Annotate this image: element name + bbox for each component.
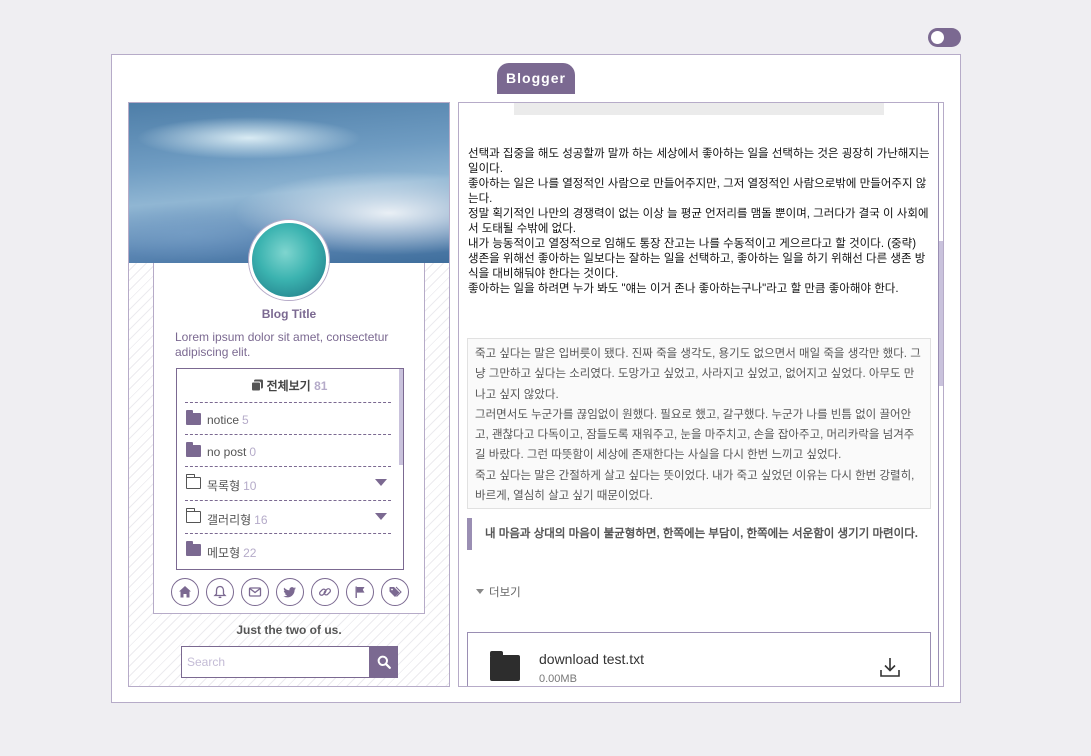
more-toggle[interactable]: 더보기 — [476, 584, 521, 600]
category-count: 5 — [242, 413, 249, 427]
search-button[interactable] — [369, 646, 398, 678]
file-name[interactable]: download test.txt — [539, 651, 644, 667]
category-all-count: 81 — [314, 379, 328, 393]
category-label: 갤러리형 — [207, 513, 252, 527]
sidebar: Blog Title Lorem ipsum dolor sit amet, c… — [128, 102, 450, 687]
category-label: no post — [207, 445, 247, 459]
content-scrollbar-thumb[interactable] — [939, 241, 943, 386]
category-label: notice — [207, 413, 240, 427]
flag-icon — [355, 586, 365, 598]
category-item-notice[interactable]: notice 5 — [185, 402, 391, 434]
category-label: 메모형 — [207, 546, 241, 560]
search-bar — [181, 646, 398, 678]
chevron-down-icon[interactable] — [375, 479, 387, 486]
folder-icon — [490, 651, 520, 681]
quote-box: 죽고 싶다는 말은 입버릇이 됐다. 진짜 죽을 생각도, 용기도 없으면서 매… — [467, 338, 931, 509]
folder-filled-icon — [186, 410, 201, 425]
chevron-down-icon[interactable] — [375, 513, 387, 520]
copy-icon — [250, 379, 263, 392]
attachment[interactable]: download test.txt 0.00MB — [467, 632, 931, 686]
category-item-list[interactable]: 목록형 10 — [185, 466, 391, 498]
paragraph: 내가 능동적이고 열정적으로 임해도 통장 잔고는 나를 수동적이고 게으르다고… — [468, 238, 917, 250]
search-icon — [377, 655, 391, 669]
paragraph: 좋아하는 일은 나를 열정적인 사람으로 만들어주지만, 그저 열정적인 사람으… — [468, 178, 927, 205]
caret-down-icon — [476, 589, 484, 594]
category-label: 목록형 — [207, 479, 241, 493]
home-button[interactable] — [171, 578, 199, 606]
folder-filled-icon — [186, 541, 201, 556]
category-count: 10 — [243, 479, 257, 493]
notification-button[interactable] — [206, 578, 234, 606]
top-bar — [514, 103, 884, 115]
post-content: 선택과 집중을 해도 성공할까 말까 하는 세상에서 좋아하는 일을 선택하는 … — [458, 102, 944, 687]
more-label: 더보기 — [489, 587, 521, 599]
paragraph: 정말 획기적인 나만의 경쟁력이 없는 이상 늘 평균 언저리를 맴돌 뿐이며,… — [468, 208, 929, 235]
search-input[interactable] — [181, 646, 369, 678]
flag-button[interactable] — [346, 578, 374, 606]
download-icon[interactable] — [878, 655, 902, 679]
tagline: Just the two of us. — [236, 623, 342, 637]
quote-paragraph: 죽고 싶다는 말은 간절하게 살고 싶다는 뜻이었다. 내가 죽고 싶었던 이유… — [475, 469, 915, 503]
theme-toggle[interactable] — [928, 28, 961, 47]
avatar[interactable] — [249, 220, 329, 300]
paragraph: 선택과 집중을 해도 성공할까 말까 하는 세상에서 좋아하는 일을 선택하는 … — [468, 148, 930, 175]
tag-icon — [389, 586, 402, 597]
blog-description: Lorem ipsum dolor sit amet, consectetur … — [175, 330, 389, 359]
social-icons — [171, 578, 409, 606]
content-scrollbar-track[interactable] — [938, 103, 939, 686]
tag-button[interactable] — [381, 578, 409, 606]
file-size: 0.00MB — [539, 673, 577, 685]
quote-paragraph: 죽고 싶다는 말은 입버릇이 됐다. 진짜 죽을 생각도, 용기도 없으면서 매… — [475, 348, 921, 401]
mail-button[interactable] — [241, 578, 269, 606]
twitter-button[interactable] — [276, 578, 304, 606]
twitter-icon — [283, 587, 296, 598]
folder-outline-icon — [185, 474, 201, 489]
paragraph: 생존을 위해선 좋아하는 일보다는 잘하는 일을 선택하고, 좋아하는 일을 하… — [468, 253, 926, 280]
link-icon — [318, 588, 332, 596]
toggle-knob — [931, 31, 944, 44]
category-item-memo[interactable]: 메모형 22 — [185, 533, 391, 567]
category-count: 0 — [249, 445, 257, 459]
category-list: 전체보기 81 notice 5 no post 0 목록형 10 갤러리형 16 메모… — [176, 368, 404, 570]
quote-paragraph: 그러면서도 누군가를 끊임없이 원했다. 필요로 했고, 갈구했다. 누군가 나… — [475, 408, 915, 462]
blog-title[interactable]: Blog Title — [129, 307, 449, 321]
category-item-no-post[interactable]: no post 0 — [185, 434, 391, 466]
category-all[interactable]: 전체보기 81 — [177, 369, 401, 403]
folder-outline-icon — [185, 508, 201, 523]
paragraph: 좋아하는 일을 하려면 누가 봐도 "얘는 이거 존나 좋아하는구나"라고 할 … — [468, 283, 899, 295]
blockquote: 내 마음과 상대의 마음이 불균형하면, 한쪽에는 부담이, 한쪽에는 서운함이… — [467, 518, 931, 550]
category-count: 16 — [254, 513, 268, 527]
bell-icon — [213, 585, 227, 599]
category-count: 22 — [243, 546, 257, 560]
brand-tab[interactable]: Blogger — [497, 63, 575, 94]
category-item-gallery[interactable]: 갤러리형 16 — [185, 500, 391, 532]
folder-filled-icon — [186, 442, 201, 457]
link-button[interactable] — [311, 578, 339, 606]
mail-icon — [248, 587, 262, 597]
home-icon — [179, 586, 191, 598]
post-body: 선택과 집중을 해도 성공할까 말까 하는 세상에서 좋아하는 일을 선택하는 … — [468, 147, 930, 297]
category-all-label: 전체보기 — [266, 379, 311, 393]
